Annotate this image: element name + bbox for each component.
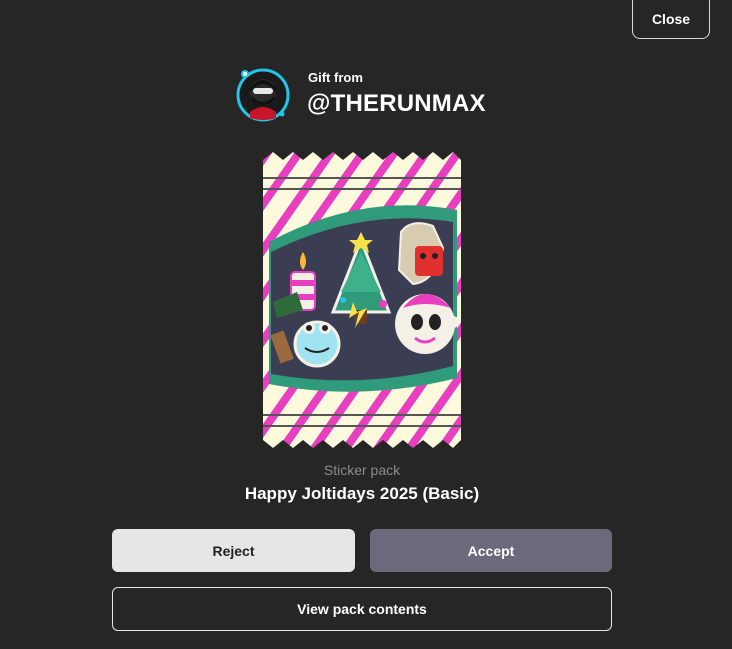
gift-from-label: Gift from <box>308 70 363 85</box>
sender-username: @THERUNMAX <box>307 90 486 117</box>
view-pack-contents-button[interactable]: View pack contents <box>112 587 612 631</box>
reject-button[interactable]: Reject <box>112 529 355 572</box>
pack-name: Happy Joltidays 2025 (Basic) <box>244 484 480 503</box>
close-button[interactable]: Close <box>632 0 710 39</box>
accept-button[interactable]: Accept <box>370 529 612 572</box>
pack-type-label: Sticker pack <box>323 462 401 478</box>
sticker-pack-image <box>263 152 461 448</box>
avatar-icon <box>236 68 290 122</box>
sender-avatar <box>236 68 290 122</box>
sticker-pack-wrapper-icon <box>263 152 461 448</box>
